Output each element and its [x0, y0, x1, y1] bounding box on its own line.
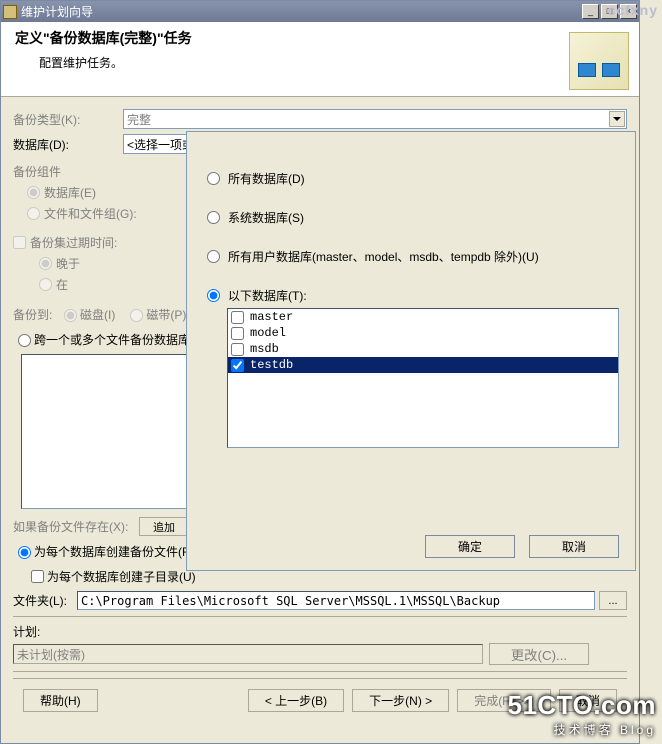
db-name: testdb — [250, 358, 293, 372]
db-checkbox[interactable] — [231, 311, 244, 324]
close-button[interactable]: × — [620, 4, 637, 19]
folder-input[interactable] — [77, 591, 595, 610]
list-item[interactable]: master — [228, 309, 618, 325]
help-button[interactable]: 帮助(H) — [23, 689, 98, 712]
tape-radio — [130, 309, 143, 322]
wizard-header: 定义"备份数据库(完整)"任务 配置维护任务。 — [1, 22, 639, 97]
expire-after-radio — [39, 257, 52, 270]
expire-checkbox — [13, 236, 26, 249]
opt-user-label: 所有用户数据库(master、model、msdb、tempdb 除外)(U) — [228, 248, 539, 265]
schedule-display: 未计划(按需) — [13, 644, 483, 664]
opt-all-radio[interactable] — [207, 172, 220, 185]
subdir-checkbox[interactable] — [31, 570, 44, 583]
component-db-label: 数据库(E) — [44, 184, 96, 201]
opt-sys-label: 系统数据库(S) — [228, 209, 304, 226]
folder-label: 文件夹(L): — [13, 592, 77, 609]
backup-to-label: 备份到: — [13, 306, 52, 323]
database-list[interactable]: master model msdb testdb — [227, 308, 619, 448]
list-item[interactable]: msdb — [228, 341, 618, 357]
files-listbox[interactable] — [21, 354, 201, 509]
subdir-label: 为每个数据库创建子目录(U) — [47, 568, 196, 585]
expire-after-label: 晚于 — [56, 255, 80, 272]
maximize-button[interactable]: □ — [601, 4, 618, 19]
expire-at-label: 在 — [56, 276, 68, 293]
db-checkbox[interactable] — [231, 359, 244, 372]
window-title: 维护计划向导 — [21, 3, 580, 20]
cancel-button[interactable]: 取消 — [529, 535, 619, 558]
back-button[interactable]: < 上一步(B) — [248, 689, 344, 712]
cancel-wizard-button[interactable]: 取消 — [559, 689, 617, 712]
db-checkbox[interactable] — [231, 343, 244, 356]
database-select-popup: 所有数据库(D) 系统数据库(S) 所有用户数据库(master、model、m… — [186, 131, 636, 571]
expire-label: 备份集过期时间: — [30, 234, 117, 251]
opt-these-label: 以下数据库(T): — [228, 287, 307, 304]
finish-button: 完成(F) >>| — [457, 689, 551, 712]
disk-radio — [64, 309, 77, 322]
list-item[interactable]: testdb — [228, 357, 618, 373]
opt-user-radio[interactable] — [207, 250, 220, 263]
database-label: 数据库(D): — [13, 136, 123, 153]
schedule-label: 计划: — [13, 623, 627, 640]
component-files-label: 文件和文件组(G): — [44, 205, 137, 222]
if-exist-label: 如果备份文件存在(X): — [13, 518, 128, 535]
next-button[interactable]: 下一步(N) > — [352, 689, 449, 712]
db-name: model — [250, 326, 286, 340]
list-item[interactable]: model — [228, 325, 618, 341]
per-db-label: 为每个数据库创建备份文件(R) — [34, 543, 195, 560]
titlebar: 维护计划向导 _ □ × — [1, 1, 639, 22]
change-schedule-button[interactable]: 更改(C)... — [489, 643, 589, 665]
component-files-radio — [27, 207, 40, 220]
app-icon — [3, 5, 17, 19]
across-files-radio[interactable] — [18, 334, 31, 347]
page-title: 定义"备份数据库(完整)"任务 — [15, 28, 625, 48]
header-graphic — [569, 32, 629, 90]
browse-button[interactable]: ... — [599, 591, 627, 610]
backup-type-label: 备份类型(K): — [13, 111, 123, 128]
append-button[interactable]: 追加 — [139, 517, 189, 536]
page-subtitle: 配置维护任务。 — [39, 54, 625, 71]
db-name: master — [250, 310, 293, 324]
opt-all-label: 所有数据库(D) — [228, 170, 305, 187]
minimize-button[interactable]: _ — [582, 4, 599, 19]
ok-button[interactable]: 确定 — [425, 535, 515, 558]
across-files-label: 跨一个或多个文件备份数据库(S): — [34, 331, 209, 348]
opt-these-radio[interactable] — [207, 289, 220, 302]
per-db-radio[interactable] — [18, 546, 31, 559]
tape-label: 磁带(P) — [146, 306, 186, 323]
expire-at-radio — [39, 278, 52, 291]
wizard-buttons: 帮助(H) < 上一步(B) 下一步(N) > 完成(F) >>| 取消 — [13, 678, 627, 712]
db-checkbox[interactable] — [231, 327, 244, 340]
chevron-down-icon — [609, 111, 625, 127]
component-db-radio — [27, 186, 40, 199]
db-name: msdb — [250, 342, 279, 356]
disk-label: 磁盘(I) — [80, 306, 115, 323]
opt-sys-radio[interactable] — [207, 211, 220, 224]
backup-type-value: 完整 — [127, 111, 151, 128]
backup-type-combo[interactable]: 完整 — [123, 109, 627, 129]
